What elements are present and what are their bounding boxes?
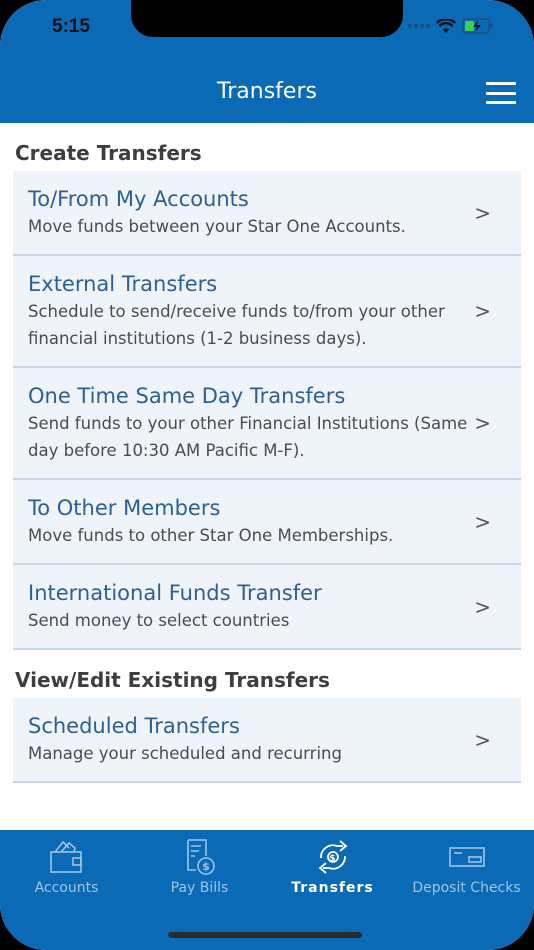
- bill-dollar-icon: $: [186, 839, 215, 875]
- header-bar: 5:15 Transfers: [0, 0, 534, 123]
- section-title-existing: View/Edit Existing Transfers: [15, 668, 330, 692]
- svg-text:$: $: [329, 854, 336, 864]
- item-title: Scheduled Transfers: [28, 714, 240, 738]
- item-description: Send money to select countries: [28, 611, 290, 630]
- item-description: Move funds to other Star One Memberships…: [28, 526, 394, 545]
- item-title: To Other Members: [28, 496, 221, 520]
- wallet-icon: [49, 840, 82, 873]
- wifi-icon: [436, 18, 456, 33]
- transfer-arrows-icon: $: [318, 840, 347, 874]
- hamburger-menu-icon[interactable]: [486, 82, 516, 104]
- status-icons: [408, 18, 494, 34]
- chevron-right-icon: >: [474, 299, 491, 323]
- tab-label: Deposit Checks: [412, 880, 521, 896]
- tab-deposit-checks[interactable]: Deposit Checks: [400, 838, 533, 896]
- battery-charging-icon: [462, 18, 493, 34]
- list-item-external-transfers[interactable]: External Transfers Schedule to send/rece…: [13, 256, 521, 368]
- item-title: One Time Same Day Transfers: [28, 384, 346, 408]
- section-title-create: Create Transfers: [15, 141, 202, 165]
- signal-icon: [408, 24, 430, 28]
- item-title: External Transfers: [28, 272, 218, 296]
- svg-text:$: $: [202, 860, 210, 873]
- item-title: International Funds Transfer: [28, 581, 322, 605]
- tab-label: Pay Bills: [170, 880, 229, 896]
- page-title: Transfers: [217, 79, 317, 104]
- chevron-right-icon: >: [474, 200, 491, 225]
- tab-pay-bills[interactable]: $ Pay Bills: [133, 838, 266, 896]
- transfers-content: Create Transfers To/From My Accounts Mov…: [0, 123, 534, 830]
- list-item-scheduled-transfers[interactable]: Scheduled Transfers Manage your schedule…: [13, 698, 521, 783]
- check-icon: [448, 847, 485, 867]
- list-item-to-from-accounts[interactable]: To/From My Accounts Move funds between y…: [13, 171, 521, 256]
- item-description: Manage your scheduled and recurring: [28, 744, 342, 763]
- chevron-right-icon: >: [474, 727, 491, 752]
- chevron-right-icon: >: [474, 509, 491, 534]
- status-time: 5:15: [52, 16, 91, 37]
- device-notch: [131, 0, 403, 37]
- tab-label: Accounts: [34, 880, 99, 896]
- tab-label: Transfers: [291, 880, 374, 896]
- tab-accounts[interactable]: Accounts: [0, 838, 133, 896]
- list-item-other-members[interactable]: To Other Members Move funds to other Sta…: [13, 480, 521, 565]
- home-indicator[interactable]: [168, 932, 362, 938]
- list-item-international-transfer[interactable]: International Funds Transfer Send money …: [13, 565, 521, 650]
- chevron-right-icon: >: [474, 411, 491, 435]
- item-description: Schedule to send/receive funds to/from y…: [28, 302, 445, 348]
- chevron-right-icon: >: [474, 594, 491, 619]
- item-description: Move funds between your Star One Account…: [28, 217, 406, 236]
- item-title: To/From My Accounts: [28, 187, 249, 211]
- item-description: Send funds to your other Financial Insti…: [28, 414, 468, 460]
- app-screen: 5:15 Transfers Create Transfers To/From …: [0, 0, 534, 950]
- list-item-same-day-transfers[interactable]: One Time Same Day Transfers Send funds t…: [13, 368, 521, 480]
- tab-transfers[interactable]: $ Transfers: [266, 838, 399, 896]
